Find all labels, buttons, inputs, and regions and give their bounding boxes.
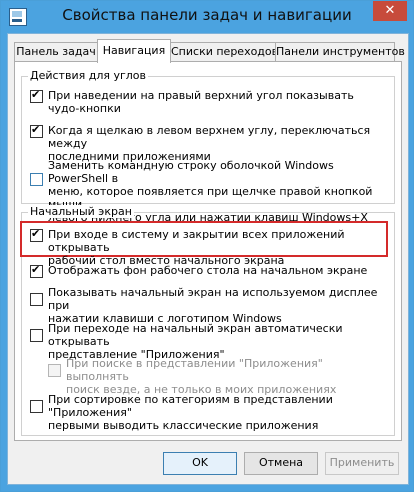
charms-label: При наведении на правый верхний угол пок…	[48, 89, 354, 115]
dialog-body: Панель задач Навигация Списки переходов …	[7, 33, 409, 485]
start-screen-group-title: Начальный экран	[28, 205, 134, 218]
desktop-apps-first-label: При сортировке по категориям в представл…	[48, 393, 333, 432]
charms-checkbox[interactable]	[30, 88, 43, 103]
start-screen-group: Начальный экран При входе в систему и за…	[20, 205, 395, 436]
switch-apps-label: Когда я щелкаю в левом верхнем углу, пер…	[48, 124, 371, 163]
title-bar[interactable]: Свойства панели задач и навигации ✕	[1, 1, 413, 33]
tab-navigation[interactable]: Навигация	[97, 39, 171, 63]
corners-group: Действия для углов При наведении на прав…	[21, 69, 395, 224]
active-display-checkbox[interactable]	[30, 293, 43, 306]
ok-button[interactable]: OK	[163, 452, 237, 475]
tab-taskbar[interactable]: Панель задач	[14, 42, 98, 62]
apps-view-label: При переходе на начальный экран автомати…	[48, 322, 343, 361]
corners-group-title: Действия для углов	[28, 69, 148, 82]
window-title: Свойства панели задач и навигации	[62, 6, 352, 24]
close-icon: ✕	[384, 3, 396, 18]
active-display-label: Показывать начальный экран на используем…	[48, 286, 378, 325]
navigation-panel: Действия для углов При наведении на прав…	[14, 61, 402, 441]
desktop-background-label: Отображать фон рабочего стола на начальн…	[48, 264, 368, 277]
boot-to-desktop-checkbox[interactable]	[30, 227, 43, 242]
dialog-window: Свойства панели задач и навигации ✕ Пане…	[0, 0, 414, 492]
desktop-background-checkbox[interactable]	[30, 263, 43, 278]
tab-toolbars[interactable]: Панели инструментов	[275, 42, 405, 62]
desktop-apps-first-checkbox[interactable]	[30, 400, 43, 413]
search-everywhere-label: При поиске в представлении "Приложения" …	[66, 357, 337, 396]
tab-jump-lists[interactable]: Списки переходов	[170, 42, 278, 62]
apps-view-checkbox[interactable]	[30, 329, 43, 342]
cancel-button[interactable]: Отмена	[244, 452, 318, 475]
switch-apps-checkbox[interactable]	[30, 123, 43, 138]
apply-button[interactable]: Применить	[325, 452, 399, 475]
boot-to-desktop-label: При входе в систему и закрытии всех прил…	[48, 228, 345, 267]
close-button[interactable]: ✕	[373, 1, 407, 21]
search-everywhere-checkbox[interactable]	[48, 364, 61, 377]
powershell-checkbox[interactable]	[30, 173, 43, 186]
